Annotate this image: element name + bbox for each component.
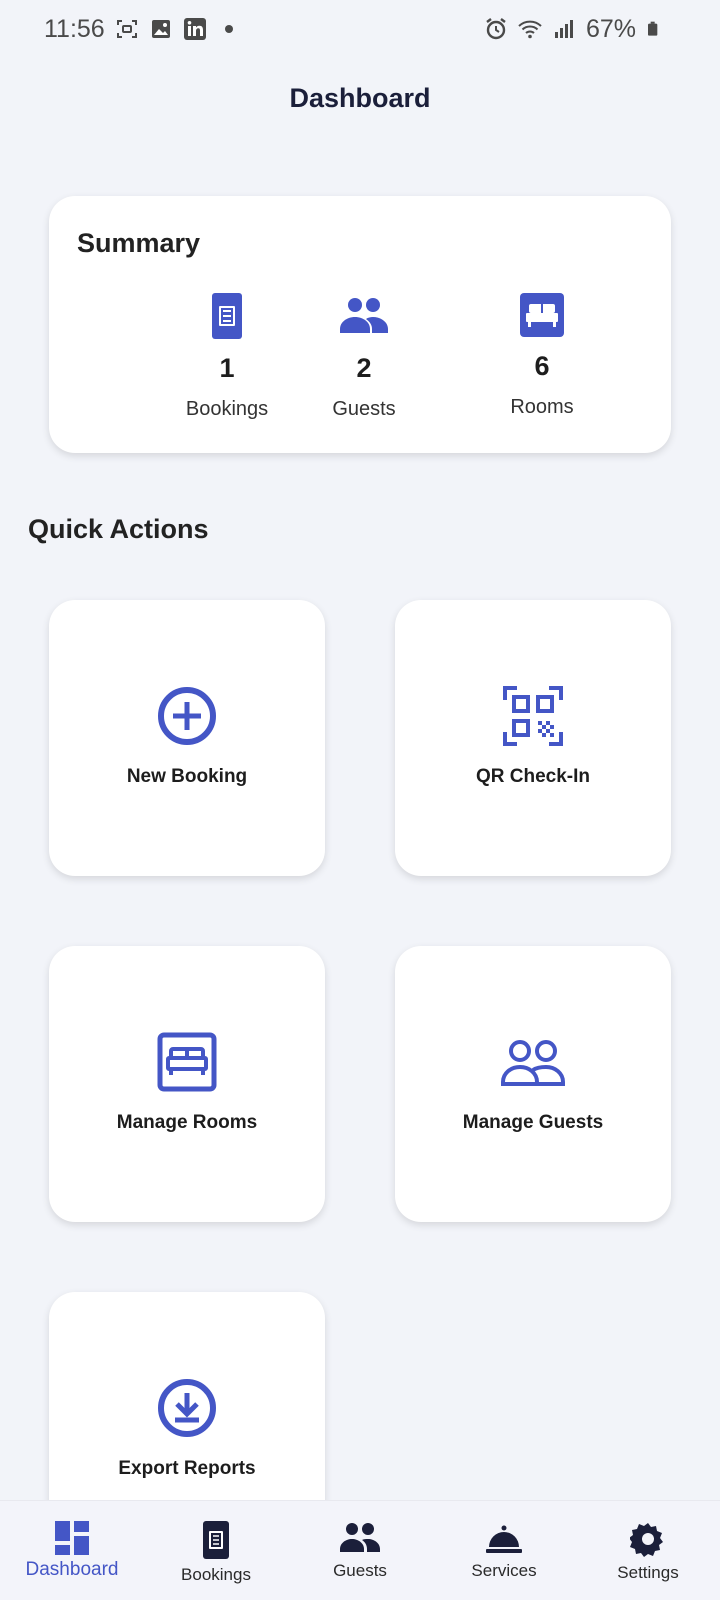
qr-check-in-button[interactable]: QR Check-In: [395, 600, 671, 876]
battery-icon: [648, 21, 658, 36]
people-outline-icon: [501, 1040, 565, 1086]
export-reports-button[interactable]: Export Reports: [49, 1292, 325, 1500]
nav-label: Settings: [617, 1563, 679, 1582]
wifi-icon: [518, 20, 542, 39]
status-bar: 11:56 67%: [0, 0, 720, 58]
battery-percent: 67%: [585, 14, 636, 43]
image-icon: [151, 20, 170, 38]
action-label: Export Reports: [118, 1458, 256, 1479]
linkedin-icon: [183, 18, 206, 40]
guests-icon: [340, 1523, 380, 1552]
nav-item-settings[interactable]: Settings: [583, 1521, 713, 1583]
booking-icon: [212, 293, 242, 339]
dashboard-icon: [55, 1521, 89, 1555]
bed-icon: [520, 293, 564, 337]
nav-item-guests[interactable]: Guests: [295, 1521, 425, 1581]
nav-label: Guests: [333, 1561, 387, 1580]
summary-card: Summary 1 Bookings 2 Guests 6 Rooms: [49, 196, 671, 453]
status-time: 11:56: [44, 14, 105, 43]
stat-label: Guests: [332, 398, 396, 420]
action-label: Manage Guests: [462, 1112, 604, 1133]
new-booking-button[interactable]: New Booking: [49, 600, 325, 876]
quick-actions-title: Quick Actions: [28, 514, 209, 544]
stat-value: 2: [356, 353, 372, 383]
stat-rooms: 6 Rooms: [462, 293, 622, 419]
nav-item-services[interactable]: Services: [439, 1521, 569, 1581]
bed-outline-icon: [157, 1032, 217, 1092]
signal-icon: [554, 20, 573, 38]
summary-title: Summary: [77, 228, 201, 258]
action-label: QR Check-In: [475, 766, 591, 787]
add-circle-icon: [158, 687, 216, 745]
manage-rooms-button[interactable]: Manage Rooms: [49, 946, 325, 1222]
dashboard-content[interactable]: Summary 1 Bookings 2 Guests 6 Rooms Quic…: [0, 130, 720, 1500]
booking-icon: [203, 1521, 229, 1559]
dot-icon: [224, 25, 233, 33]
stat-bookings: 1 Bookings: [147, 293, 307, 421]
stat-value: 6: [534, 351, 550, 381]
nav-item-dashboard[interactable]: Dashboard: [7, 1521, 137, 1581]
stat-label: Bookings: [185, 398, 269, 420]
download-circle-icon: [158, 1379, 216, 1437]
action-label: Manage Rooms: [116, 1112, 258, 1133]
action-label: New Booking: [126, 766, 248, 787]
nav-label: Services: [471, 1561, 537, 1580]
qr-code-icon: [503, 686, 563, 746]
screen-record-icon: [116, 20, 137, 38]
alarm-icon: [486, 18, 506, 40]
gear-icon: [630, 1523, 663, 1557]
nav-item-bookings[interactable]: Bookings: [151, 1521, 281, 1585]
app-header: Dashboard: [0, 70, 720, 126]
manage-guests-button[interactable]: Manage Guests: [395, 946, 671, 1222]
nav-label: Bookings: [181, 1565, 251, 1584]
nav-label: Dashboard: [25, 1559, 119, 1580]
bottom-nav: Dashboard Bookings Guests Services Setti…: [0, 1500, 720, 1600]
guests-icon: [340, 298, 388, 333]
page-title: Dashboard: [289, 82, 431, 113]
stat-value: 1: [219, 353, 235, 383]
room-service-icon: [486, 1525, 522, 1553]
stat-label: Rooms: [510, 396, 574, 418]
stat-guests: 2 Guests: [284, 293, 444, 421]
